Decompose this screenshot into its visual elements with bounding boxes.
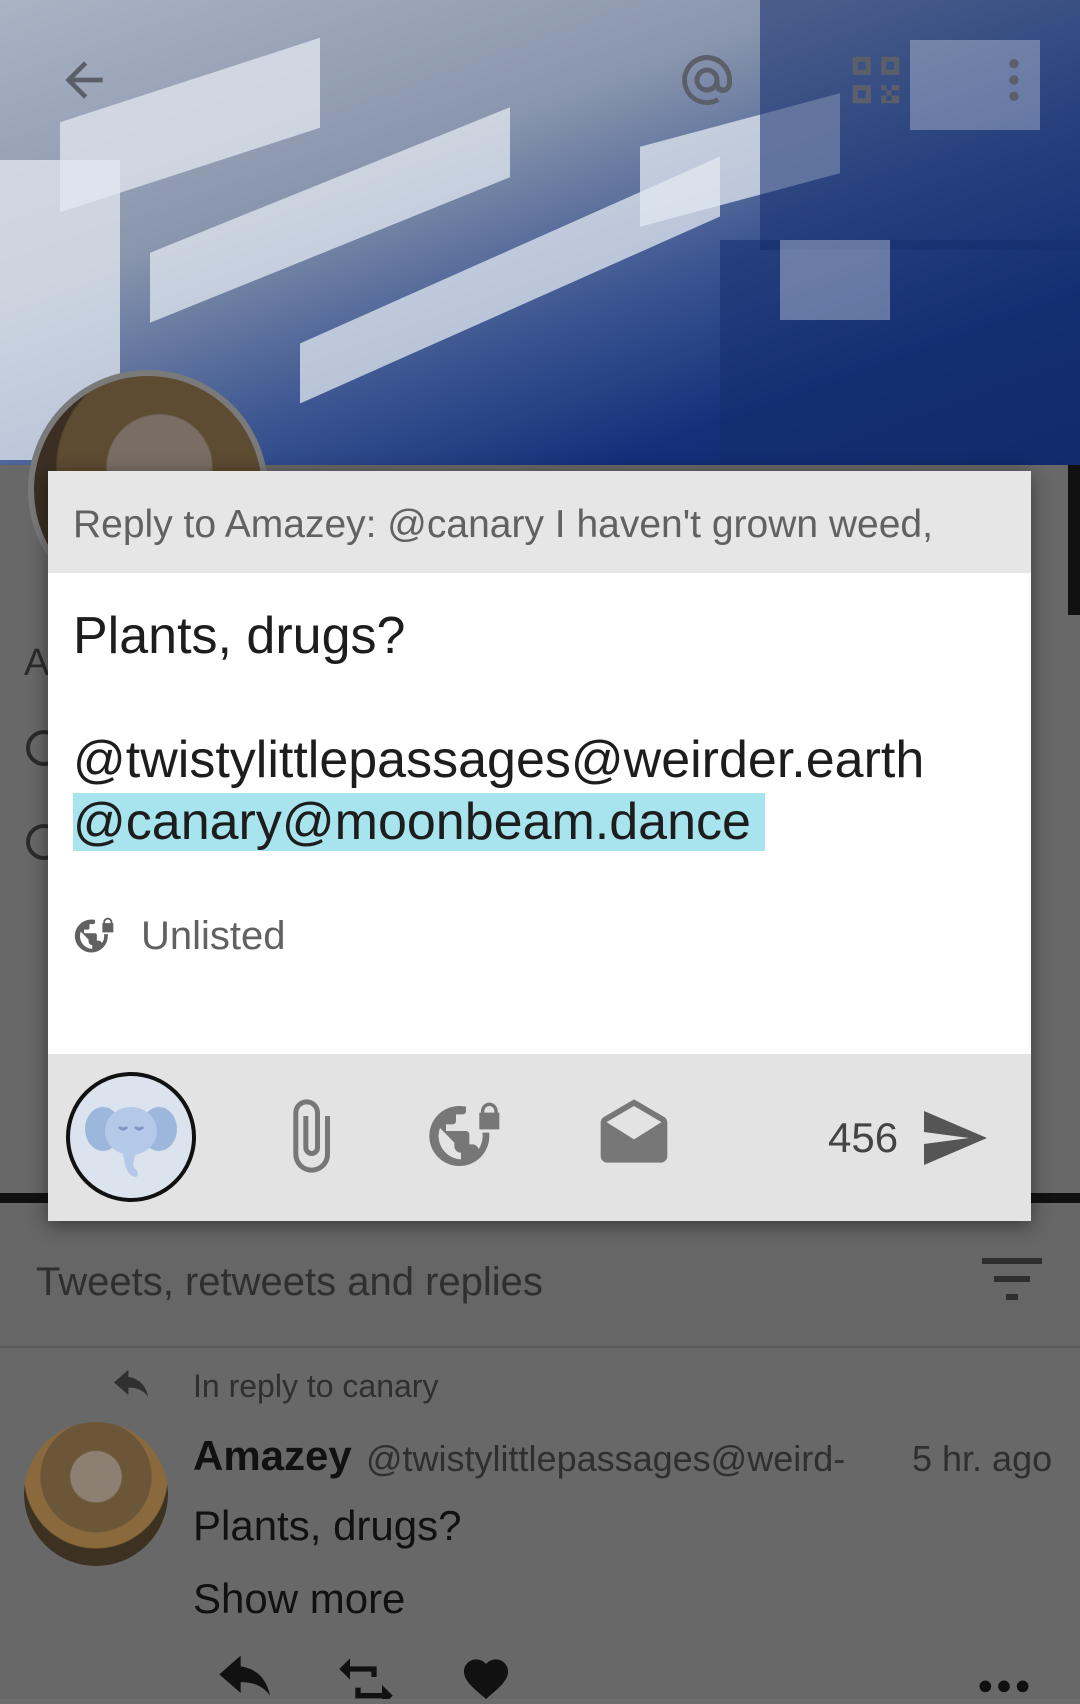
post-author-avatar[interactable] (24, 1422, 168, 1566)
globe-lock-icon (74, 917, 114, 953)
reply-button[interactable] (214, 1655, 278, 1704)
filter-icon (982, 1258, 1042, 1300)
more-horiz-icon (979, 1680, 1029, 1693)
reply-context-header: Reply to Amazey: @canary I haven't grown… (48, 471, 1031, 573)
envelope-open-icon (600, 1099, 668, 1163)
at-sign-icon (682, 55, 732, 105)
compose-line[interactable]: Plants, drugs? (73, 605, 1023, 667)
send-button[interactable] (918, 1102, 990, 1179)
heart-icon (464, 1659, 508, 1699)
reply-indicator (110, 1368, 154, 1409)
post-author-name[interactable]: Amazey (193, 1432, 352, 1480)
character-counter: 456 (828, 1114, 899, 1161)
timeline-filter-label[interactable]: Tweets, retweets and replies (36, 1260, 543, 1305)
mention-button[interactable] (667, 40, 747, 120)
post-content[interactable]: Plants, drugs? (193, 1502, 462, 1550)
reply-to-label: Reply to Amazey: @canary I haven't grown… (73, 503, 933, 546)
compose-textarea[interactable]: Plants, drugs? @twistylittlepassages@wei… (73, 605, 1023, 853)
reply-icon (219, 1655, 270, 1696)
back-arrow-icon (65, 61, 103, 99)
elephant-icon (85, 1107, 177, 1177)
qr-code-icon (852, 56, 900, 104)
profile-name-fragment: A (24, 642, 50, 684)
reply-icon (114, 1369, 149, 1397)
scroll-indicator (1068, 465, 1080, 615)
direct-message-button[interactable] (594, 1096, 674, 1181)
overflow-menu-button[interactable] (974, 40, 1054, 120)
back-button[interactable] (44, 40, 124, 120)
favourite-button[interactable] (458, 1655, 514, 1704)
compose-mention-selected[interactable]: @canary@moonbeam.dance (73, 793, 765, 851)
boost-button[interactable] (334, 1655, 398, 1704)
post-timestamp: 5 hr. ago (912, 1438, 1053, 1479)
retweet-icon (339, 1658, 393, 1704)
globe-lock-icon (429, 1102, 500, 1166)
visibility-indicator: Unlisted (73, 911, 286, 961)
qr-code-button[interactable] (836, 40, 916, 120)
send-icon (924, 1111, 987, 1165)
visibility-button[interactable] (426, 1096, 506, 1181)
paperclip-icon (293, 1099, 330, 1173)
compose-line[interactable] (73, 667, 1023, 729)
post-overflow-button[interactable] (976, 1655, 1032, 1704)
in-reply-to-label[interactable]: In reply to canary (193, 1368, 438, 1405)
post-author-handle[interactable]: @twistylittlepassages@weird- (366, 1438, 845, 1480)
compose-toolbar: 456 (48, 1054, 1031, 1221)
more-vert-icon (1009, 59, 1019, 101)
compose-mention[interactable]: @twistylittlepassages@weirder.earth (73, 729, 1023, 791)
compose-dialog: Reply to Amazey: @canary I haven't grown… (48, 471, 1031, 1221)
filter-button[interactable] (982, 1258, 1042, 1307)
attach-media-button[interactable] (270, 1096, 350, 1181)
account-selector-avatar[interactable] (66, 1072, 196, 1202)
visibility-label: Unlisted (141, 913, 286, 958)
timeline (0, 1350, 1080, 1699)
show-more-link[interactable]: Show more (193, 1575, 405, 1623)
